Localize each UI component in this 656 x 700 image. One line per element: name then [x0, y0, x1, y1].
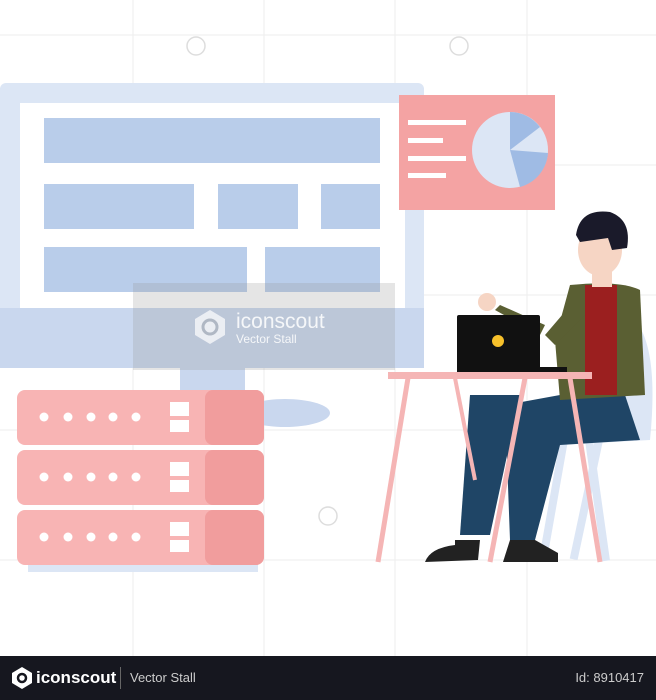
illustration: iconscout Vector Stall iconscout Vector …: [0, 0, 656, 700]
illustration-art: [0, 0, 656, 656]
footer-id: Id: 8910417: [575, 670, 644, 685]
laptop: [457, 315, 567, 372]
server-unit: [17, 510, 264, 565]
server-unit: [17, 450, 264, 505]
monitor: [0, 83, 424, 427]
chart-card: [399, 95, 555, 210]
watermark-brand: iconscout: [236, 310, 325, 333]
footer-author: Vector Stall: [130, 670, 196, 685]
watermark-author: Vector Stall: [236, 332, 297, 346]
server-unit: [17, 390, 264, 445]
footer-bar: iconscout Vector Stall Id: 8910417: [0, 656, 656, 700]
iconscout-logo-icon: [12, 667, 32, 689]
footer-brand: iconscout: [36, 668, 117, 687]
footer-divider: [120, 667, 121, 689]
server-stack: [17, 390, 264, 572]
